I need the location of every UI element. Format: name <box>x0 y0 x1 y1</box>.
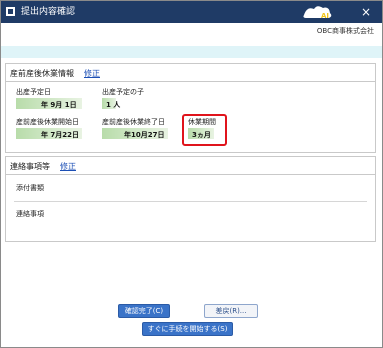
attachment-label: 添付書類 <box>16 184 44 192</box>
section-title: 産前産後休業情報 <box>10 69 74 78</box>
start-procedure-button[interactable]: すぐに手続を開始する(S) <box>142 322 233 336</box>
edit-link-notes[interactable]: 修正 <box>60 161 76 172</box>
info-bar <box>1 46 382 58</box>
close-button[interactable]: × <box>356 4 376 20</box>
edit-link-maternity[interactable]: 修正 <box>84 68 100 79</box>
confirm-button[interactable]: 確認完了(C) <box>118 304 170 318</box>
notes-panel: 連絡事項等 修正 添付書類 連絡事項 <box>5 156 376 242</box>
logo-text: AI <box>321 12 329 20</box>
section-title: 連絡事項等 <box>10 162 50 171</box>
due-date-value: 年 9月 1日 <box>41 101 77 109</box>
leave-start-value: 年 7月22日 <box>41 131 80 139</box>
section-divider <box>14 201 367 202</box>
company-bar: OBC商事株式会社 <box>1 23 382 37</box>
child-count-value: 1 人 <box>106 101 121 109</box>
company-name: OBC商事株式会社 <box>316 27 374 35</box>
due-date-label: 出産予定日 <box>16 88 51 96</box>
panel-header: 産前産後休業情報 修正 <box>6 64 375 82</box>
leave-period-label: 休業期間 <box>188 118 216 126</box>
window-title: 提出内容確認 <box>21 7 76 17</box>
panel-header: 連絡事項等 修正 <box>6 157 375 175</box>
dialog-window: 提出内容確認 AI × OBC商事株式会社 産前産後休業情報 修正 出産予定日 … <box>0 0 383 348</box>
leave-end-value: 年10月27日 <box>124 131 165 139</box>
window-icon <box>6 7 15 16</box>
leave-end-label: 産前産後休業終了日 <box>102 118 165 126</box>
child-count-label: 出産予定の子 <box>102 88 144 96</box>
return-button[interactable]: 差戻(R)... <box>204 304 258 318</box>
notes-label: 連絡事項 <box>16 210 44 218</box>
title-bar: 提出内容確認 AI × <box>1 1 382 23</box>
leave-start-label: 産前産後休業開始日 <box>16 118 79 126</box>
maternity-leave-panel: 産前産後休業情報 修正 出産予定日 年 9月 1日 出産予定の子 1 人 産前産… <box>5 63 376 153</box>
obc-logo-icon: AI <box>303 6 332 20</box>
leave-period-value: 3ヵ月 <box>192 131 211 139</box>
